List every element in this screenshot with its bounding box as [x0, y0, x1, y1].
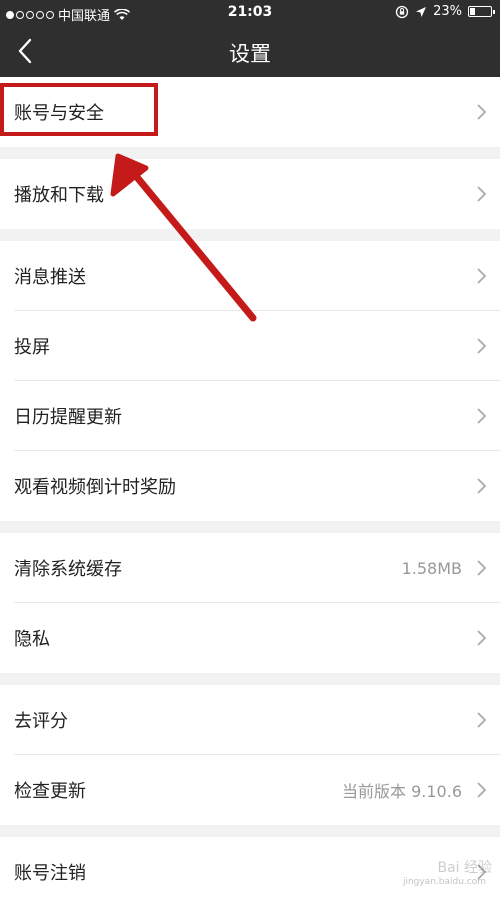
settings-item-screen-cast[interactable]: 投屏 — [0, 311, 500, 381]
settings-item-check-update[interactable]: 检查更新 当前版本 9.10.6 — [0, 755, 500, 825]
settings-item-countdown-reward[interactable]: 观看视频倒计时奖励 — [0, 451, 500, 521]
chevron-right-icon — [477, 560, 487, 576]
settings-item-rate-app[interactable]: 去评分 — [0, 685, 500, 755]
chevron-right-icon — [477, 712, 487, 728]
chevron-right-icon — [477, 186, 487, 202]
settings-item-clear-cache[interactable]: 清除系统缓存 1.58MB — [0, 533, 500, 603]
status-bar: 中国联通 21:03 23% — [0, 0, 500, 26]
settings-item-label: 播放和下载 — [14, 185, 104, 206]
chevron-right-icon — [477, 408, 487, 424]
watermark: Bai 经验 — [437, 860, 492, 876]
chevron-right-icon — [477, 630, 487, 646]
annotation-highlight-box — [0, 83, 158, 136]
chevron-right-icon — [477, 478, 487, 494]
orientation-lock-icon — [395, 5, 409, 18]
location-icon — [416, 6, 427, 17]
battery-icon — [468, 6, 495, 17]
chevron-right-icon — [477, 338, 487, 354]
settings-item-label: 观看视频倒计时奖励 — [14, 477, 176, 498]
watermark-url: jingyan.baidu.com — [402, 877, 486, 887]
chevron-right-icon — [477, 268, 487, 284]
settings-item-label: 隐私 — [14, 629, 50, 650]
settings-item-push-notifications[interactable]: 消息推送 — [0, 241, 500, 311]
chevron-right-icon — [477, 104, 487, 120]
settings-item-label: 去评分 — [14, 711, 68, 732]
settings-item-playback-download[interactable]: 播放和下载 — [0, 159, 500, 229]
battery-percent: 23% — [433, 4, 462, 19]
settings-item-label: 清除系统缓存 — [14, 559, 122, 580]
settings-item-privacy[interactable]: 隐私 — [0, 603, 500, 673]
settings-item-account-deletion[interactable]: 账号注销 — [0, 837, 500, 907]
cache-size-value: 1.58MB — [401, 558, 462, 578]
current-version-value: 当前版本 9.10.6 — [342, 782, 462, 801]
page-title: 设置 — [229, 42, 271, 66]
settings-item-label: 消息推送 — [14, 267, 86, 288]
settings-item-calendar-reminder[interactable]: 日历提醒更新 — [0, 381, 500, 451]
settings-item-label: 账号注销 — [14, 863, 86, 884]
settings-item-label: 日历提醒更新 — [14, 407, 122, 428]
settings-item-label: 投屏 — [14, 337, 50, 358]
settings-item-label: 检查更新 — [14, 781, 86, 802]
navigation-bar: 中国联通 21:03 23% 设置 — [0, 0, 500, 77]
status-right: 23% — [395, 4, 495, 19]
settings-list: 账号与安全 播放和下载 消息推送 投屏 日历提醒更新 观看视频倒计时奖励 清除系… — [0, 77, 500, 907]
chevron-right-icon — [477, 782, 487, 798]
